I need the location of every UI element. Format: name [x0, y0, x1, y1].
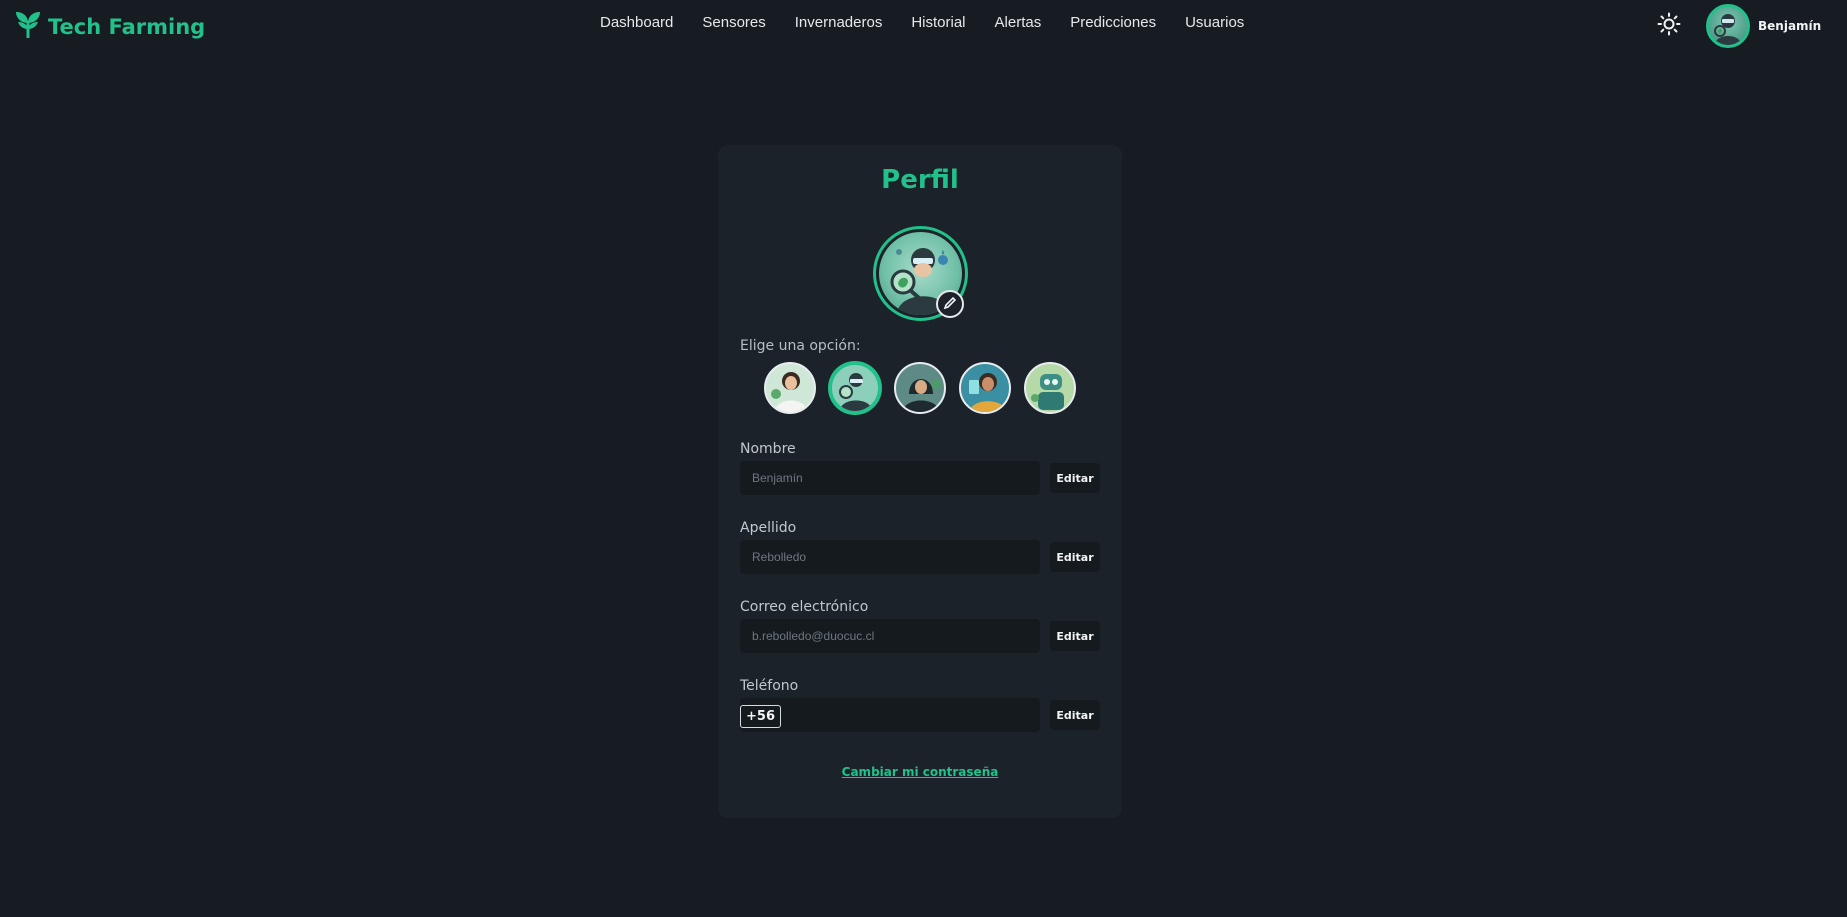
edit-nombre-button[interactable]: Editar [1050, 463, 1100, 493]
edit-correo-button[interactable]: Editar [1050, 621, 1100, 651]
phone-field[interactable] [740, 698, 1040, 732]
correo-label: Correo electrónico [740, 599, 869, 615]
avatar-options [764, 362, 1076, 414]
nav-item-sensores[interactable]: Sensores [702, 14, 765, 31]
avatar-option-scientist-woman[interactable] [764, 362, 816, 414]
email-field[interactable]: b.rebolledo@duocuc.cl [740, 619, 1040, 653]
avatar [1706, 4, 1750, 48]
apellido-field[interactable]: Rebolledo [740, 540, 1040, 574]
avatar-option-woman-tablet[interactable] [959, 362, 1011, 414]
nav-item-dashboard[interactable]: Dashboard [600, 14, 673, 31]
sun-icon [1657, 12, 1681, 40]
main-nav: Dashboard Sensores Invernaderos Historia… [600, 14, 1273, 31]
edit-apellido-button[interactable]: Editar [1050, 542, 1100, 572]
brand-name: Tech Farming [48, 14, 206, 39]
sprout-icon [14, 9, 42, 44]
avatar-option-man-magnifier[interactable] [829, 362, 881, 414]
nombre-label: Nombre [740, 441, 796, 457]
avatar-options-label: Elige una opción: [740, 338, 861, 354]
nav-item-alertas[interactable]: Alertas [995, 14, 1042, 31]
telefono-label: Teléfono [740, 678, 799, 694]
change-password-link[interactable]: Cambiar mi contraseña [718, 765, 1122, 779]
avatar-option-robot[interactable] [1024, 362, 1076, 414]
user-name: Benjamín [1758, 19, 1822, 33]
nav-item-predicciones[interactable]: Predicciones [1070, 14, 1156, 31]
apellido-label: Apellido [740, 520, 797, 536]
edit-telefono-button[interactable]: Editar [1050, 700, 1100, 730]
phone-prefix: +56 [740, 705, 781, 728]
pencil-icon [943, 295, 957, 314]
nombre-field[interactable]: Benjamín [740, 461, 1040, 495]
profile-card: Perfil Elige una opción: Nombre Benjamín… [718, 145, 1122, 818]
nav-item-historial[interactable]: Historial [911, 14, 965, 31]
user-menu[interactable]: Benjamín [1706, 4, 1821, 48]
nav-item-invernaderos[interactable]: Invernaderos [795, 14, 883, 31]
top-navbar: Tech Farming Dashboard Sensores Invernad… [0, 0, 1847, 50]
brand-logo[interactable]: Tech Farming [14, 9, 205, 44]
nav-item-usuarios[interactable]: Usuarios [1185, 14, 1244, 31]
avatar-option-hooded-woman[interactable] [894, 362, 946, 414]
theme-toggle-button[interactable] [1656, 12, 1682, 40]
edit-avatar-button[interactable] [936, 290, 964, 318]
page-title: Perfil [881, 165, 959, 195]
